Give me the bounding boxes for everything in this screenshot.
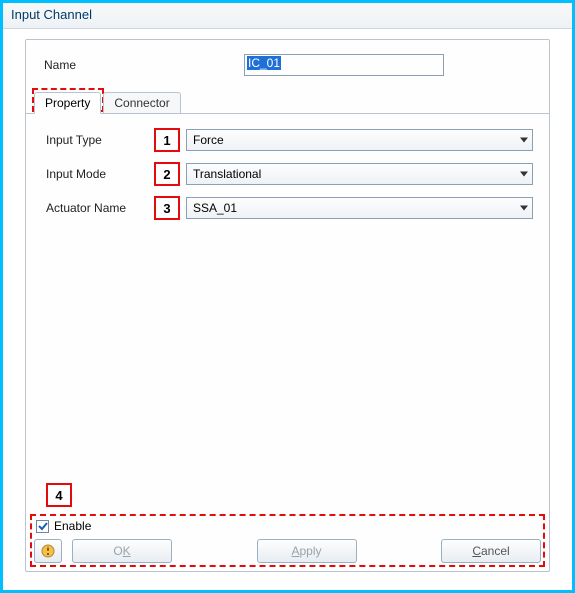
name-label: Name: [44, 58, 244, 72]
bottom-bar: Enable OK Apply: [32, 516, 543, 565]
chevron-down-icon: [520, 206, 528, 211]
dropdown-input-type-value: Force: [193, 133, 224, 147]
help-button[interactable]: [34, 539, 62, 563]
cancel-post: ancel: [481, 544, 510, 558]
enable-row: Enable: [32, 516, 543, 539]
check-icon: [38, 521, 48, 531]
tab-content-property: Input Type 1 Force Input Mode 2 Translat…: [26, 114, 549, 238]
tab-connector[interactable]: Connector: [103, 92, 180, 114]
row-actuator-name: Actuator Name 3 SSA_01: [46, 196, 533, 220]
annotation-marker-2: 2: [154, 162, 180, 186]
chevron-down-icon: [520, 172, 528, 177]
label-input-type: Input Type: [46, 133, 154, 147]
row-input-type: Input Type 1 Force: [46, 128, 533, 152]
label-actuator-name: Actuator Name: [46, 201, 154, 215]
window-title: Input Channel: [3, 3, 572, 29]
name-input-value: IC_01: [247, 56, 281, 70]
ok-pre: O: [113, 544, 122, 558]
dropdown-input-mode[interactable]: Translational: [186, 163, 533, 185]
enable-label: Enable: [54, 519, 91, 533]
chevron-down-icon: [520, 138, 528, 143]
ok-button[interactable]: OK: [72, 539, 172, 563]
name-input[interactable]: IC_01: [244, 54, 444, 76]
row-input-mode: Input Mode 2 Translational: [46, 162, 533, 186]
tab-property[interactable]: Property: [34, 92, 101, 114]
dropdown-input-mode-value: Translational: [193, 167, 261, 181]
button-row: OK Apply Cancel: [32, 539, 543, 565]
name-row: Name IC_01: [26, 40, 549, 88]
apply-button[interactable]: Apply: [257, 539, 357, 563]
cancel-u: C: [472, 544, 481, 558]
enable-checkbox[interactable]: [36, 520, 49, 533]
tabs: Property Connector: [26, 88, 549, 114]
dropdown-actuator-name[interactable]: SSA_01: [186, 197, 533, 219]
dropdown-input-type[interactable]: Force: [186, 129, 533, 151]
cancel-button[interactable]: Cancel: [441, 539, 541, 563]
annotation-marker-1: 1: [154, 128, 180, 152]
window: Input Channel Name IC_01 Property Connec…: [0, 0, 575, 593]
apply-u: A: [291, 544, 299, 558]
annotation-marker-3: 3: [154, 196, 180, 220]
dialog-panel: Name IC_01 Property Connector Input Type…: [25, 39, 550, 572]
apply-post: pply: [300, 544, 322, 558]
annotation-marker-4: 4: [46, 483, 72, 507]
dropdown-actuator-name-value: SSA_01: [193, 201, 237, 215]
help-icon: [40, 543, 56, 559]
ok-u: K: [123, 544, 131, 558]
label-input-mode: Input Mode: [46, 167, 154, 181]
